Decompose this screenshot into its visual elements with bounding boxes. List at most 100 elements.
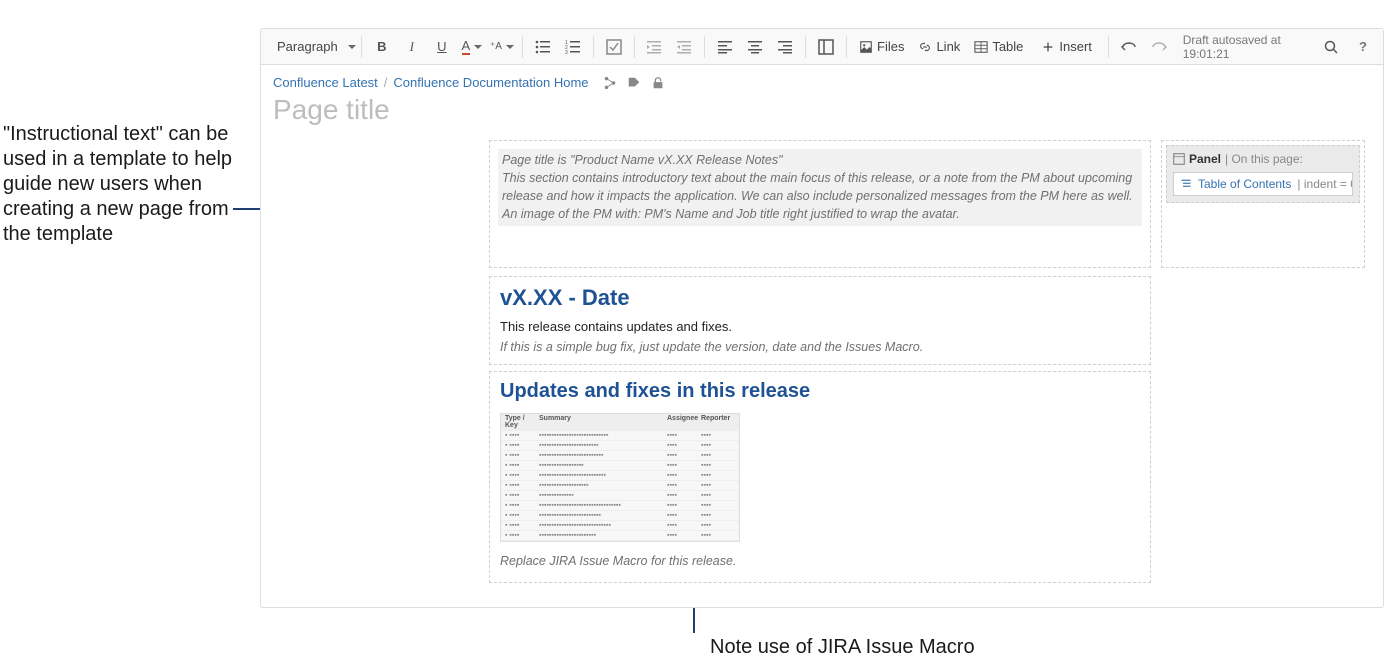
panel-placeholder[interactable]: Panel | On this page: Table of Contents … — [1161, 140, 1365, 268]
jira-row: ▪ ▪▪▪▪▪▪▪▪▪▪▪▪▪▪▪▪▪▪▪▪▪▪▪▪▪▪▪▪▪▪▪▪▪▪▪▪▪▪ — [501, 451, 739, 461]
version-body: This release contains updates and fixes. — [500, 319, 1140, 334]
instructional-line: An image of the PM with: PM's Name and J… — [502, 205, 1138, 223]
italic-button[interactable]: I — [398, 33, 426, 61]
editor-window: Paragraph B I U A ⁺A 123 — [260, 28, 1384, 608]
version-note: If this is a simple bug fix, just update… — [500, 340, 1140, 354]
updates-heading: Updates and fixes in this release — [500, 380, 1140, 403]
svg-text:3: 3 — [565, 50, 568, 55]
table-button[interactable]: Table — [968, 33, 1033, 61]
italic-icon: I — [410, 39, 414, 55]
intro-section-placeholder[interactable]: Page title is "Product Name vX.XX Releas… — [489, 140, 1151, 268]
align-center-icon — [747, 39, 763, 55]
align-center-button[interactable] — [741, 33, 769, 61]
bullet-list-icon — [535, 39, 551, 55]
jira-col-typekey: Type / Key — [505, 415, 539, 429]
align-left-icon — [717, 39, 733, 55]
toolbar-separator — [805, 36, 806, 58]
jira-row: ▪ ▪▪▪▪▪▪▪▪▪▪▪▪▪▪▪▪▪▪▪▪▪▪▪▪▪▪▪▪▪▪▪▪▪▪▪▪▪▪… — [501, 471, 739, 481]
link-icon — [918, 40, 932, 54]
toolbar-separator — [1108, 36, 1109, 58]
underline-icon: U — [437, 39, 446, 54]
panel-icon — [1173, 153, 1185, 165]
task-list-button[interactable] — [600, 33, 628, 61]
jira-issue-macro[interactable]: Type / Key Summary Assignee Reporter ▪ ▪… — [500, 413, 740, 542]
find-button[interactable] — [1317, 33, 1345, 61]
toolbar-separator — [361, 36, 362, 58]
indent-icon — [676, 39, 692, 55]
panel-macro[interactable]: Panel | On this page: Table of Contents … — [1166, 145, 1360, 203]
restrictions-icon[interactable] — [651, 76, 665, 90]
location-icon[interactable] — [603, 76, 617, 90]
link-button[interactable]: Link — [912, 33, 966, 61]
help-icon: ? — [1359, 39, 1367, 54]
toolbar-separator — [704, 36, 705, 58]
jira-row: ▪ ▪▪▪▪▪▪▪▪▪▪▪▪▪▪▪▪▪▪▪▪▪▪▪▪▪▪▪▪▪▪▪▪▪▪▪▪▪ — [501, 511, 739, 521]
breadcrumb-separator: / — [384, 75, 388, 90]
jira-row: ▪ ▪▪▪▪▪▪▪▪▪▪▪▪▪▪▪▪▪▪▪▪▪▪▪▪▪▪▪▪▪▪▪▪▪▪▪▪▪▪… — [501, 501, 739, 511]
autosave-status: Draft autosaved at 19:01:21 — [1175, 33, 1315, 61]
editor-content[interactable]: Page title is "Product Name vX.XX Releas… — [261, 132, 1383, 607]
version-section[interactable]: vX.XX - Date This release contains updat… — [489, 276, 1151, 365]
help-button[interactable]: ? — [1349, 33, 1377, 61]
toolbar-separator — [846, 36, 847, 58]
jira-row: ▪ ▪▪▪▪▪▪▪▪▪▪▪▪▪▪▪▪▪▪▪▪▪▪▪▪▪▪▪▪▪▪▪▪▪▪▪▪▪▪… — [501, 431, 739, 441]
align-right-button[interactable] — [771, 33, 799, 61]
align-right-icon — [777, 39, 793, 55]
editor-toolbar: Paragraph B I U A ⁺A 123 — [261, 29, 1383, 65]
more-formatting-icon: ⁺A — [490, 41, 502, 52]
instructional-line: Page title is "Product Name vX.XX Releas… — [502, 151, 1138, 169]
bold-icon: B — [377, 39, 386, 54]
redo-button[interactable] — [1145, 33, 1173, 61]
paragraph-style-dropdown[interactable]: Paragraph — [267, 35, 355, 58]
chevron-down-icon — [474, 45, 482, 49]
undo-button[interactable] — [1115, 33, 1143, 61]
insert-label: Insert — [1059, 39, 1092, 54]
bullet-list-button[interactable] — [529, 33, 557, 61]
breadcrumb-link-home[interactable]: Confluence Documentation Home — [393, 75, 588, 90]
labels-icon[interactable] — [627, 76, 641, 90]
jira-col-assignee: Assignee — [667, 415, 701, 429]
breadcrumb-link-space[interactable]: Confluence Latest — [273, 75, 378, 90]
instructional-text-block: Page title is "Product Name vX.XX Releas… — [498, 149, 1142, 226]
outdent-button[interactable] — [640, 33, 668, 61]
underline-button[interactable]: U — [428, 33, 456, 61]
more-formatting-button[interactable]: ⁺A — [488, 33, 516, 61]
page-header: Confluence Latest / Confluence Documenta… — [261, 65, 1383, 132]
toolbar-separator — [522, 36, 523, 58]
search-icon — [1323, 39, 1339, 55]
jira-row: ▪ ▪▪▪▪▪▪▪▪▪▪▪▪▪▪▪▪▪▪▪▪▪▪▪▪▪▪▪▪▪▪▪▪▪▪▪▪ — [501, 441, 739, 451]
indent-button[interactable] — [670, 33, 698, 61]
page-title-input[interactable]: Page title — [273, 94, 1365, 126]
chevron-down-icon — [348, 45, 356, 49]
updates-section[interactable]: Updates and fixes in this release Type /… — [489, 371, 1151, 583]
text-color-button[interactable]: A — [458, 33, 486, 61]
toc-macro[interactable]: Table of Contents | indent = 0 | m — [1173, 172, 1353, 196]
version-heading: vX.XX - Date — [500, 285, 1140, 311]
jira-col-summary: Summary — [539, 415, 667, 429]
insert-button[interactable]: Insert — [1035, 33, 1102, 61]
text-color-icon: A — [462, 39, 471, 55]
numbered-list-button[interactable]: 123 — [559, 33, 587, 61]
table-icon — [974, 40, 988, 54]
link-label: Link — [936, 39, 960, 54]
outdent-icon — [646, 39, 662, 55]
checkbox-icon — [606, 39, 622, 55]
panel-label: Panel — [1189, 152, 1221, 166]
files-button[interactable]: Files — [853, 33, 910, 61]
toolbar-separator — [634, 36, 635, 58]
breadcrumb: Confluence Latest / Confluence Documenta… — [273, 75, 1365, 90]
annotation-instructional-text: "Instructional text" can be used in a te… — [3, 122, 248, 247]
align-left-button[interactable] — [711, 33, 739, 61]
jira-row: ▪ ▪▪▪▪▪▪▪▪▪▪▪▪▪▪▪▪▪▪▪▪▪▪▪▪▪▪▪▪▪▪ — [501, 461, 739, 471]
paragraph-label: Paragraph — [277, 39, 338, 54]
numbered-list-icon: 123 — [565, 39, 581, 55]
jira-row: ▪ ▪▪▪▪▪▪▪▪▪▪▪▪▪▪▪▪▪▪▪▪▪▪▪▪▪▪▪▪▪▪▪▪▪▪▪ — [501, 531, 739, 541]
jira-row: ▪ ▪▪▪▪▪▪▪▪▪▪▪▪▪▪▪▪▪▪▪▪▪▪▪▪▪▪ — [501, 491, 739, 501]
panel-meta: | On this page: — [1225, 152, 1303, 166]
bold-button[interactable]: B — [368, 33, 396, 61]
plus-icon — [1041, 40, 1055, 54]
jira-table-header: Type / Key Summary Assignee Reporter — [501, 414, 739, 431]
layout-main-column: Page title is "Product Name vX.XX Releas… — [489, 140, 1151, 589]
table-label: Table — [992, 39, 1023, 54]
page-layout-button[interactable] — [812, 33, 840, 61]
